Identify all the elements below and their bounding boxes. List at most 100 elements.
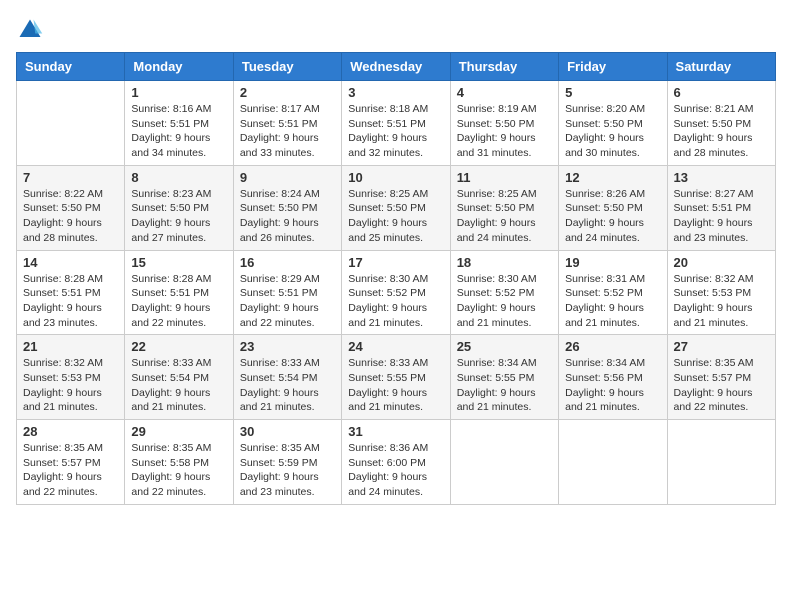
day-info: Sunrise: 8:23 AM Sunset: 5:50 PM Dayligh… (131, 187, 226, 246)
calendar-cell: 10 Sunrise: 8:25 AM Sunset: 5:50 PM Dayli… (342, 165, 450, 250)
day-info: Sunrise: 8:25 AM Sunset: 5:50 PM Dayligh… (348, 187, 443, 246)
day-info: Sunrise: 8:32 AM Sunset: 5:53 PM Dayligh… (23, 356, 118, 415)
day-number: 20 (674, 255, 769, 270)
calendar-cell: 5Sunrise: 8:20 AM Sunset: 5:50 PM Daylig… (559, 81, 667, 166)
day-number: 11 (457, 170, 552, 185)
day-info: Sunrise: 8:25 AM Sunset: 5:50 PM Dayligh… (457, 187, 552, 246)
calendar-week-row: 28 Sunrise: 8:35 AM Sunset: 5:57 PM Dayli… (17, 420, 776, 505)
day-number: 6 (674, 85, 769, 100)
page-header (16, 16, 776, 44)
day-info: Sunrise: 8:33 AM Sunset: 5:54 PM Dayligh… (240, 356, 335, 415)
day-info: Sunrise: 8:35 AM Sunset: 5:57 PM Dayligh… (23, 441, 118, 500)
calendar-header-row: SundayMondayTuesdayWednesdayThursdayFrid… (17, 53, 776, 81)
day-number: 14 (23, 255, 118, 270)
day-number: 13 (674, 170, 769, 185)
day-info: Sunrise: 8:35 AM Sunset: 5:57 PM Dayligh… (674, 356, 769, 415)
calendar-cell: 29 Sunrise: 8:35 AM Sunset: 5:58 PM Dayli… (125, 420, 233, 505)
calendar-cell: 4 Sunrise: 8:19 AM Sunset: 5:50 PM Daylig… (450, 81, 558, 166)
calendar-cell: 17 Sunrise: 8:30 AM Sunset: 5:52 PM Dayli… (342, 250, 450, 335)
calendar-cell: 31 Sunrise: 8:36 AM Sunset: 6:00 PM Dayli… (342, 420, 450, 505)
day-info: Sunrise: 8:22 AM Sunset: 5:50 PM Dayligh… (23, 187, 118, 246)
day-info: Sunrise: 8:31 AM Sunset: 5:52 PM Dayligh… (565, 272, 660, 331)
day-number: 16 (240, 255, 335, 270)
day-number: 1 (131, 85, 226, 100)
day-info: Sunrise: 8:28 AM Sunset: 5:51 PM Dayligh… (23, 272, 118, 331)
day-info: Sunrise: 8:21 AM Sunset: 5:50 PM Dayligh… (674, 102, 769, 161)
day-number: 24 (348, 339, 443, 354)
day-info: Sunrise: 8:35 AM Sunset: 5:58 PM Dayligh… (131, 441, 226, 500)
calendar-cell: 13 Sunrise: 8:27 AM Sunset: 5:51 PM Dayli… (667, 165, 775, 250)
day-number: 8 (131, 170, 226, 185)
calendar-cell: 28 Sunrise: 8:35 AM Sunset: 5:57 PM Dayli… (17, 420, 125, 505)
day-number: 10 (348, 170, 443, 185)
day-info: Sunrise: 8:34 AM Sunset: 5:56 PM Dayligh… (565, 356, 660, 415)
day-info: Sunrise: 8:33 AM Sunset: 5:54 PM Dayligh… (131, 356, 226, 415)
day-number: 21 (23, 339, 118, 354)
day-info: Sunrise: 8:18 AM Sunset: 5:51 PM Dayligh… (348, 102, 443, 161)
logo (16, 16, 48, 44)
day-info: Sunrise: 8:26 AM Sunset: 5:50 PM Dayligh… (565, 187, 660, 246)
calendar-cell: 11 Sunrise: 8:25 AM Sunset: 5:50 PM Dayli… (450, 165, 558, 250)
day-info: Sunrise: 8:24 AM Sunset: 5:50 PM Dayligh… (240, 187, 335, 246)
calendar-cell: 8 Sunrise: 8:23 AM Sunset: 5:50 PM Daylig… (125, 165, 233, 250)
calendar-cell: 26 Sunrise: 8:34 AM Sunset: 5:56 PM Dayli… (559, 335, 667, 420)
day-number: 31 (348, 424, 443, 439)
day-number: 19 (565, 255, 660, 270)
day-number: 18 (457, 255, 552, 270)
day-info: Sunrise: 8:32 AM Sunset: 5:53 PM Dayligh… (674, 272, 769, 331)
day-info: Sunrise: 8:35 AM Sunset: 5:59 PM Dayligh… (240, 441, 335, 500)
day-number: 2 (240, 85, 335, 100)
calendar-cell: 30 Sunrise: 8:35 AM Sunset: 5:59 PM Dayli… (233, 420, 341, 505)
day-number: 23 (240, 339, 335, 354)
calendar-cell: 12 Sunrise: 8:26 AM Sunset: 5:50 PM Dayli… (559, 165, 667, 250)
day-number: 28 (23, 424, 118, 439)
calendar-cell: 21 Sunrise: 8:32 AM Sunset: 5:53 PM Dayli… (17, 335, 125, 420)
calendar-table: SundayMondayTuesdayWednesdayThursdayFrid… (16, 52, 776, 505)
calendar-cell: 16 Sunrise: 8:29 AM Sunset: 5:51 PM Dayli… (233, 250, 341, 335)
weekday-header: Thursday (450, 53, 558, 81)
calendar-week-row: 1 Sunrise: 8:16 AM Sunset: 5:51 PM Daylig… (17, 81, 776, 166)
calendar-cell: 24Sunrise: 8:33 AM Sunset: 5:55 PM Dayli… (342, 335, 450, 420)
day-number: 17 (348, 255, 443, 270)
calendar-cell: 7 Sunrise: 8:22 AM Sunset: 5:50 PM Daylig… (17, 165, 125, 250)
calendar-cell: 6 Sunrise: 8:21 AM Sunset: 5:50 PM Daylig… (667, 81, 775, 166)
weekday-header: Wednesday (342, 53, 450, 81)
logo-icon (16, 16, 44, 44)
calendar-week-row: 21 Sunrise: 8:32 AM Sunset: 5:53 PM Dayli… (17, 335, 776, 420)
calendar-cell (17, 81, 125, 166)
day-number: 26 (565, 339, 660, 354)
day-info: Sunrise: 8:30 AM Sunset: 5:52 PM Dayligh… (348, 272, 443, 331)
calendar-cell: 20 Sunrise: 8:32 AM Sunset: 5:53 PM Dayli… (667, 250, 775, 335)
calendar-cell: 9 Sunrise: 8:24 AM Sunset: 5:50 PM Daylig… (233, 165, 341, 250)
calendar-cell (559, 420, 667, 505)
day-info: Sunrise: 8:19 AM Sunset: 5:50 PM Dayligh… (457, 102, 552, 161)
day-number: 9 (240, 170, 335, 185)
day-number: 4 (457, 85, 552, 100)
day-info: Sunrise: 8:27 AM Sunset: 5:51 PM Dayligh… (674, 187, 769, 246)
day-number: 25 (457, 339, 552, 354)
calendar-week-row: 7 Sunrise: 8:22 AM Sunset: 5:50 PM Daylig… (17, 165, 776, 250)
calendar-cell: 18 Sunrise: 8:30 AM Sunset: 5:52 PM Dayli… (450, 250, 558, 335)
day-number: 7 (23, 170, 118, 185)
day-number: 27 (674, 339, 769, 354)
calendar-week-row: 14 Sunrise: 8:28 AM Sunset: 5:51 PM Dayli… (17, 250, 776, 335)
calendar-cell (667, 420, 775, 505)
day-info: Sunrise: 8:16 AM Sunset: 5:51 PM Dayligh… (131, 102, 226, 161)
calendar-cell: 23 Sunrise: 8:33 AM Sunset: 5:54 PM Dayli… (233, 335, 341, 420)
calendar-cell: 25Sunrise: 8:34 AM Sunset: 5:55 PM Dayli… (450, 335, 558, 420)
calendar-cell: 22Sunrise: 8:33 AM Sunset: 5:54 PM Dayli… (125, 335, 233, 420)
day-number: 30 (240, 424, 335, 439)
day-info: Sunrise: 8:17 AM Sunset: 5:51 PM Dayligh… (240, 102, 335, 161)
day-number: 12 (565, 170, 660, 185)
day-number: 3 (348, 85, 443, 100)
weekday-header: Sunday (17, 53, 125, 81)
day-info: Sunrise: 8:36 AM Sunset: 6:00 PM Dayligh… (348, 441, 443, 500)
day-info: Sunrise: 8:29 AM Sunset: 5:51 PM Dayligh… (240, 272, 335, 331)
calendar-cell: 15Sunrise: 8:28 AM Sunset: 5:51 PM Dayli… (125, 250, 233, 335)
calendar-cell: 19 Sunrise: 8:31 AM Sunset: 5:52 PM Dayli… (559, 250, 667, 335)
day-info: Sunrise: 8:30 AM Sunset: 5:52 PM Dayligh… (457, 272, 552, 331)
day-number: 5 (565, 85, 660, 100)
calendar-cell: 27 Sunrise: 8:35 AM Sunset: 5:57 PM Dayli… (667, 335, 775, 420)
calendar-cell: 2 Sunrise: 8:17 AM Sunset: 5:51 PM Daylig… (233, 81, 341, 166)
day-number: 29 (131, 424, 226, 439)
